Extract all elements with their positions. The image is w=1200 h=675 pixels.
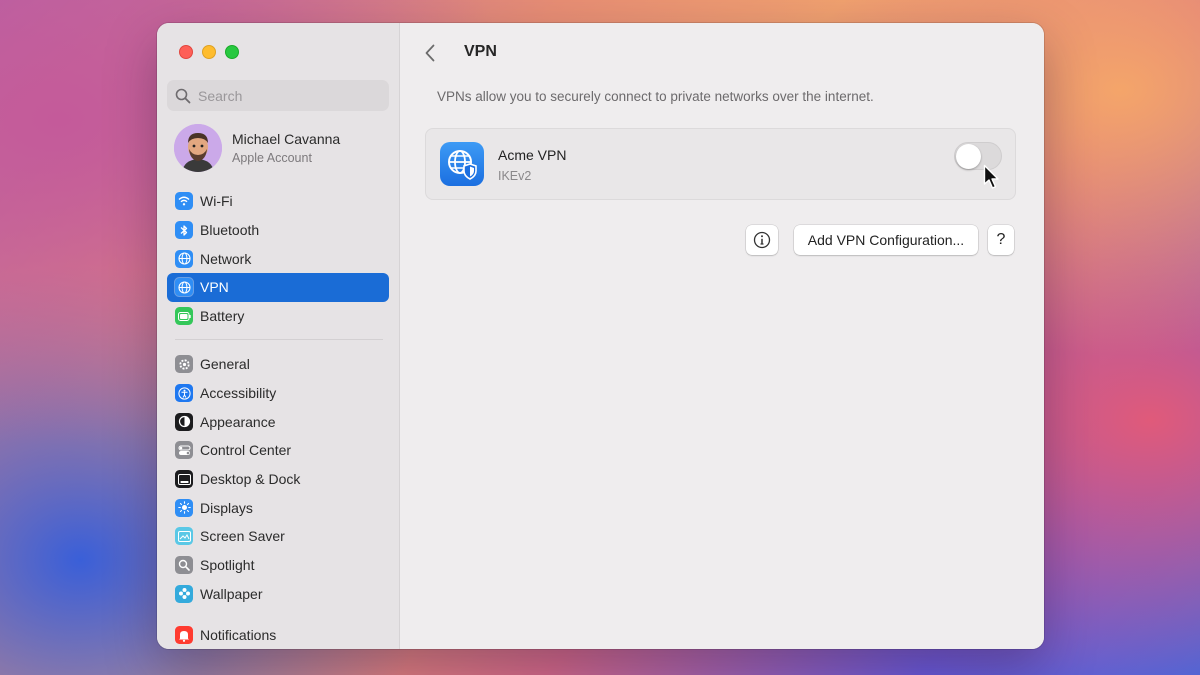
sidebar-item-label: Accessibility bbox=[200, 385, 277, 402]
minimize-button[interactable] bbox=[202, 45, 216, 59]
appearance-icon bbox=[175, 412, 193, 431]
dock-icon bbox=[175, 470, 193, 489]
account-name: Michael Cavanna bbox=[232, 131, 341, 147]
vpn-app-icon bbox=[440, 142, 484, 186]
battery-icon bbox=[175, 307, 193, 326]
settings-window: Michael Cavanna Apple Account Wi-Fi Blue… bbox=[157, 23, 1044, 649]
avatar bbox=[174, 124, 222, 172]
sidebar-item-network[interactable]: Network bbox=[167, 244, 389, 273]
vpn-name: Acme VPN bbox=[498, 147, 567, 163]
sidebar-item-label: Bluetooth bbox=[200, 222, 260, 239]
sidebar: Michael Cavanna Apple Account Wi-Fi Blue… bbox=[157, 23, 400, 649]
account-subtitle: Apple Account bbox=[232, 151, 312, 165]
info-icon bbox=[753, 231, 771, 249]
search-input[interactable] bbox=[198, 87, 378, 104]
sidebar-item-appearance[interactable]: Appearance bbox=[167, 407, 389, 436]
nav-group-network: Wi-Fi Bluetooth Network VPN Battery bbox=[167, 187, 389, 330]
sidebar-divider bbox=[175, 339, 383, 340]
content-pane: VPN VPNs allow you to securely connect t… bbox=[400, 23, 1044, 649]
sidebar-item-label: Notifications bbox=[200, 627, 277, 644]
sidebar-item-control-center[interactable]: Control Center bbox=[167, 436, 389, 465]
sidebar-item-label: Control Center bbox=[200, 442, 292, 459]
nav-group-system: General Accessibility Appearance Control… bbox=[167, 350, 389, 608]
add-vpn-configuration-button[interactable]: Add VPN Configuration... bbox=[794, 225, 978, 255]
page-description: VPNs allow you to securely connect to pr… bbox=[437, 89, 874, 104]
sidebar-item-bluetooth[interactable]: Bluetooth bbox=[167, 216, 389, 245]
sidebar-item-label: Desktop & Dock bbox=[200, 471, 301, 488]
nav-group-notifications: Notifications bbox=[167, 621, 389, 649]
sidebar-item-label: Wi-Fi bbox=[200, 193, 233, 210]
account-row[interactable]: Michael Cavanna Apple Account bbox=[174, 124, 340, 172]
gear-icon bbox=[175, 355, 193, 374]
memoji-avatar-icon bbox=[174, 124, 222, 172]
sidebar-item-label: VPN bbox=[200, 279, 229, 296]
traffic-lights bbox=[179, 45, 239, 59]
vpn-configuration-card: Acme VPN IKEv2 bbox=[425, 128, 1016, 200]
control-center-icon bbox=[175, 441, 193, 460]
sidebar-item-general[interactable]: General bbox=[167, 350, 389, 379]
sidebar-item-label: Battery bbox=[200, 308, 245, 325]
screen-saver-icon bbox=[175, 527, 193, 546]
accessibility-icon bbox=[175, 384, 193, 403]
vpn-globe-icon bbox=[175, 278, 193, 297]
globe-icon bbox=[175, 249, 193, 268]
wifi-icon bbox=[175, 192, 193, 211]
maximize-button[interactable] bbox=[225, 45, 239, 59]
sidebar-item-label: General bbox=[200, 356, 250, 373]
sidebar-item-spotlight[interactable]: Spotlight bbox=[167, 551, 389, 580]
toggle-knob bbox=[956, 144, 981, 169]
sidebar-item-label: Displays bbox=[200, 499, 253, 516]
sidebar-item-label: Spotlight bbox=[200, 557, 255, 574]
sidebar-item-notifications[interactable]: Notifications bbox=[167, 621, 389, 649]
close-button[interactable] bbox=[179, 45, 193, 59]
vpn-protocol: IKEv2 bbox=[498, 169, 532, 183]
sidebar-item-wifi[interactable]: Wi-Fi bbox=[167, 187, 389, 216]
page-title: VPN bbox=[464, 43, 497, 60]
info-button[interactable] bbox=[746, 225, 778, 255]
sidebar-item-displays[interactable]: Displays bbox=[167, 493, 389, 522]
bluetooth-icon bbox=[175, 221, 193, 240]
mouse-cursor-icon bbox=[983, 164, 999, 189]
help-button[interactable]: ? bbox=[988, 225, 1014, 255]
bell-icon bbox=[175, 626, 193, 645]
sidebar-item-screen-saver[interactable]: Screen Saver bbox=[167, 522, 389, 551]
sidebar-item-desktop-dock[interactable]: Desktop & Dock bbox=[167, 465, 389, 494]
sun-icon bbox=[175, 498, 193, 517]
search-field[interactable] bbox=[167, 80, 389, 111]
sidebar-item-label: Wallpaper bbox=[200, 585, 263, 602]
back-button[interactable] bbox=[422, 42, 438, 64]
flower-icon bbox=[175, 584, 193, 603]
sidebar-item-label: Network bbox=[200, 250, 252, 267]
sidebar-item-label: Screen Saver bbox=[200, 528, 285, 545]
search-icon bbox=[175, 88, 191, 103]
sidebar-item-battery[interactable]: Battery bbox=[167, 302, 389, 331]
chevron-left-icon bbox=[425, 44, 435, 62]
sidebar-item-label: Appearance bbox=[200, 413, 276, 430]
sidebar-item-accessibility[interactable]: Accessibility bbox=[167, 379, 389, 408]
sidebar-item-wallpaper[interactable]: Wallpaper bbox=[167, 580, 389, 609]
sidebar-item-vpn[interactable]: VPN bbox=[167, 273, 389, 302]
magnifier-icon bbox=[175, 556, 193, 575]
